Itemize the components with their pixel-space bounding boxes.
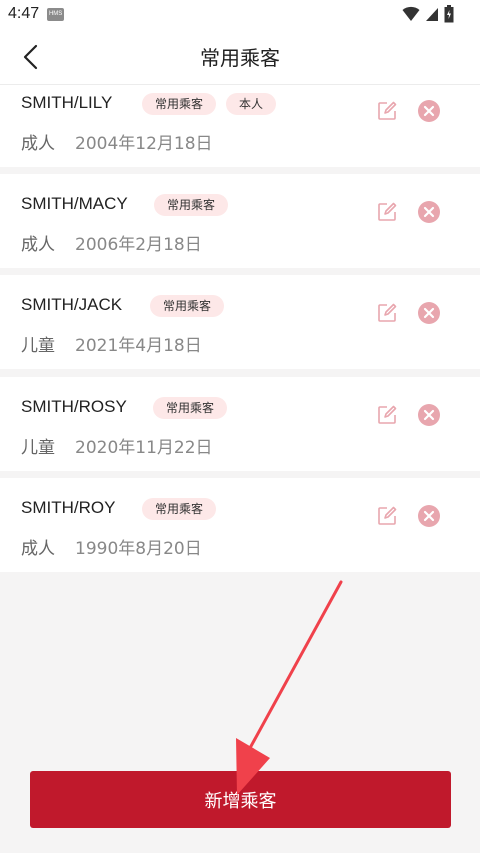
delete-icon[interactable]	[418, 404, 440, 426]
signal-icon	[426, 8, 438, 21]
passenger-type: 儿童	[21, 438, 55, 458]
passenger-birthdate: 2020年11月22日	[75, 438, 213, 458]
passenger-name: SMITH/JACK	[21, 295, 123, 314]
header: 常用乘客	[0, 28, 480, 85]
passenger-tags: 常用乘客	[153, 397, 228, 419]
passenger-birthdate: 2021年4月18日	[75, 336, 202, 356]
passenger-list: SMITH/LILY 常用乘客 本人 成人 2004年12月18日 SMITH/…	[0, 85, 480, 575]
passenger-tags: 常用乘客	[150, 295, 225, 317]
passenger-card[interactable]: SMITH/MACY 常用乘客 成人 2006年2月18日	[0, 174, 480, 268]
status-icons	[402, 5, 454, 23]
passenger-tags: 常用乘客	[142, 498, 217, 520]
passenger-name: SMITH/MACY	[21, 194, 128, 213]
delete-icon[interactable]	[418, 302, 440, 324]
edit-icon[interactable]	[377, 405, 397, 425]
tag-frequent: 常用乘客	[153, 397, 228, 419]
add-passenger-button[interactable]: 新增乘客	[30, 771, 451, 828]
wifi-icon	[402, 6, 420, 21]
tag-frequent: 常用乘客	[142, 93, 217, 115]
status-time: 4:47	[8, 5, 40, 22]
tag-frequent: 常用乘客	[150, 295, 225, 317]
delete-icon[interactable]	[418, 505, 440, 527]
passenger-card[interactable]: SMITH/JACK 常用乘客 儿童 2021年4月18日	[0, 275, 480, 369]
tag-frequent: 常用乘客	[154, 194, 229, 216]
edit-icon[interactable]	[377, 101, 397, 121]
passenger-birthdate: 1990年8月20日	[75, 539, 202, 559]
edit-icon[interactable]	[377, 506, 397, 526]
passenger-type: 成人	[21, 539, 55, 559]
passenger-type: 成人	[21, 134, 55, 154]
passenger-name: SMITH/ROY	[21, 498, 116, 517]
passenger-tags: 常用乘客 本人	[142, 93, 277, 115]
passenger-type: 儿童	[21, 336, 55, 356]
passenger-birthdate: 2004年12月18日	[75, 134, 213, 154]
delete-icon[interactable]	[418, 201, 440, 223]
tag-frequent: 常用乘客	[142, 498, 217, 520]
passenger-name: SMITH/LILY	[21, 93, 113, 112]
passenger-card[interactable]: SMITH/ROSY 常用乘客 儿童 2020年11月22日	[0, 377, 480, 471]
battery-icon	[444, 5, 454, 23]
passenger-type: 成人	[21, 235, 55, 255]
page-title: 常用乘客	[200, 46, 280, 70]
hms-icon: HMS	[47, 7, 65, 21]
passenger-card[interactable]: SMITH/ROY 常用乘客 成人 1990年8月20日	[0, 478, 480, 572]
add-passenger-label: 新增乘客	[204, 790, 277, 812]
passenger-card[interactable]: SMITH/LILY 常用乘客 本人 成人 2004年12月18日	[0, 85, 480, 167]
passenger-birthdate: 2006年2月18日	[75, 235, 202, 255]
edit-icon[interactable]	[377, 202, 397, 222]
passenger-tags: 常用乘客	[154, 194, 229, 216]
edit-icon[interactable]	[377, 303, 397, 323]
status-bar: 4:47 HMS	[0, 0, 480, 28]
tag-self: 本人	[226, 93, 277, 115]
passenger-name: SMITH/ROSY	[21, 397, 127, 416]
delete-icon[interactable]	[418, 100, 440, 122]
